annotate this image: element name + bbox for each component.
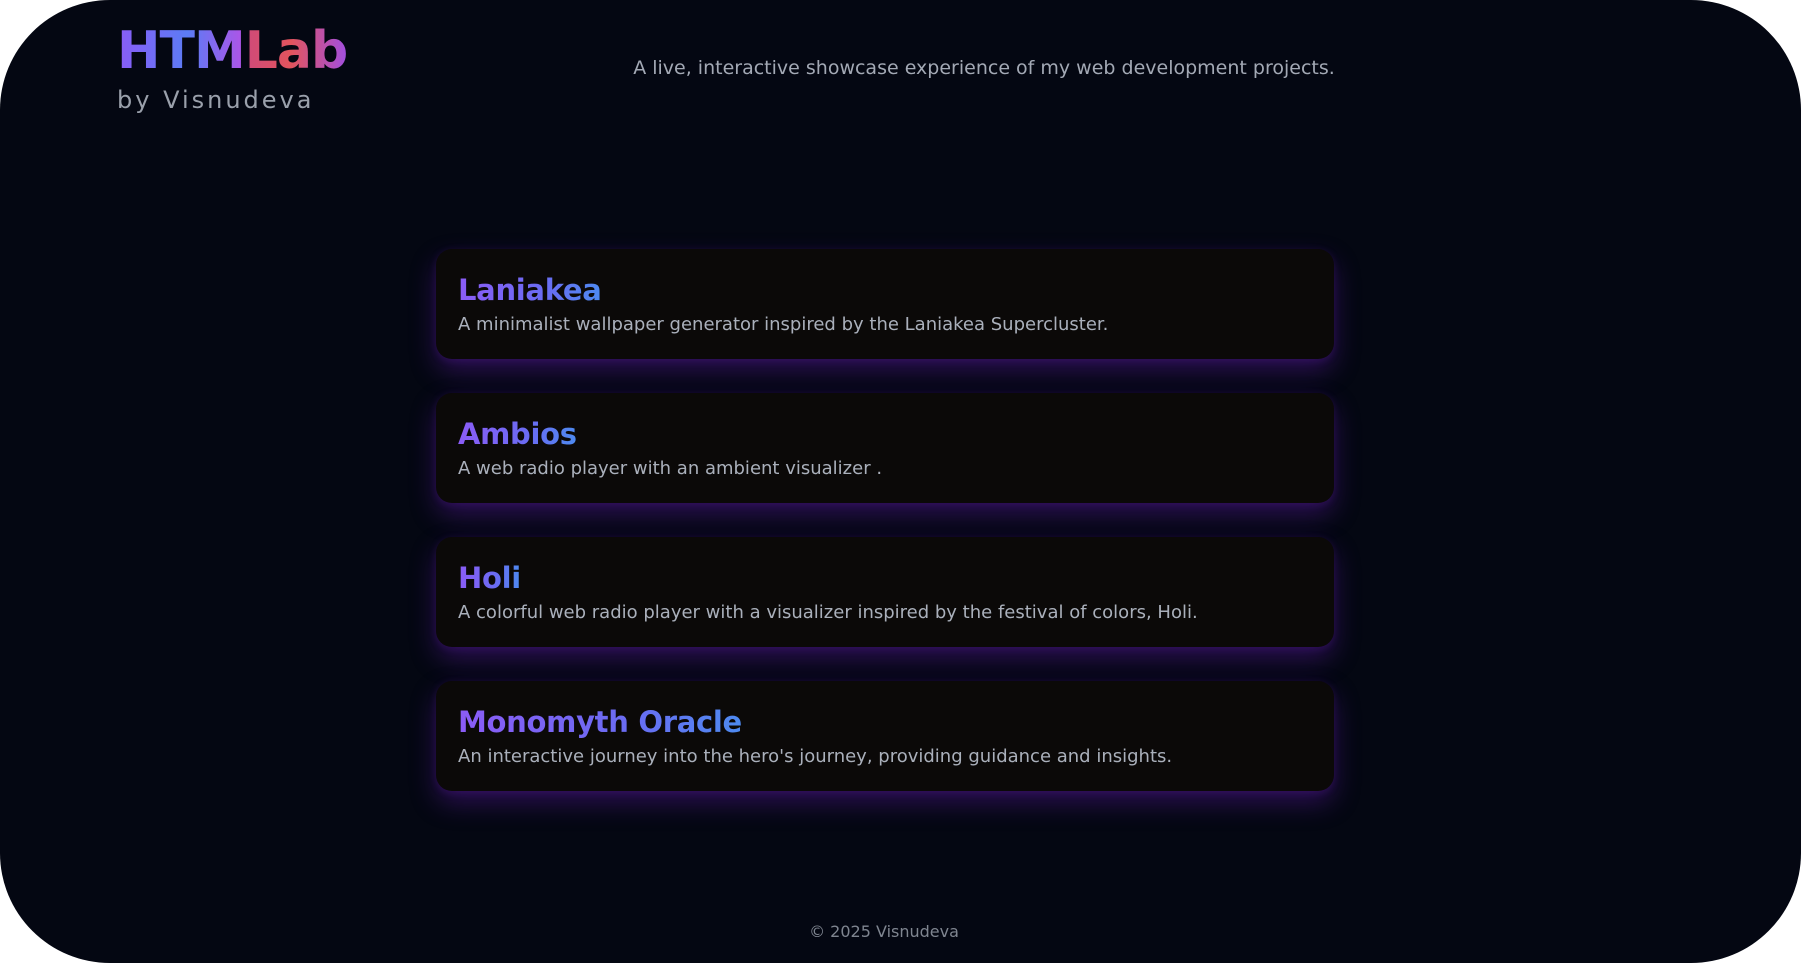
project-list: Laniakea A minimalist wallpaper generato…	[436, 249, 1334, 825]
header-tagline: A live, interactive showcase experience …	[633, 57, 1335, 79]
project-card-ambios[interactable]: Ambios A web radio player with an ambien…	[436, 393, 1334, 503]
project-description: A minimalist wallpaper generator inspire…	[458, 314, 1109, 335]
project-title: Ambios	[458, 417, 577, 451]
app-frame: HTMLab by Visnudeva A live, interactive …	[0, 0, 1801, 963]
project-description: A web radio player with an ambient visua…	[458, 458, 883, 479]
project-title: Monomyth Oracle	[458, 705, 742, 739]
project-description: An interactive journey into the hero's j…	[458, 746, 1173, 767]
project-title: Laniakea	[458, 273, 602, 307]
project-title: Holi	[458, 561, 521, 595]
project-card-monomyth-oracle[interactable]: Monomyth Oracle An interactive journey i…	[436, 681, 1334, 791]
footer-copyright: © 2025 Visnudeva	[809, 922, 959, 941]
project-description: A colorful web radio player with a visua…	[458, 602, 1198, 623]
project-card-laniakea[interactable]: Laniakea A minimalist wallpaper generato…	[436, 249, 1334, 359]
brand-subtitle: by Visnudeva	[117, 86, 315, 114]
project-card-holi[interactable]: Holi A colorful web radio player with a …	[436, 537, 1334, 647]
